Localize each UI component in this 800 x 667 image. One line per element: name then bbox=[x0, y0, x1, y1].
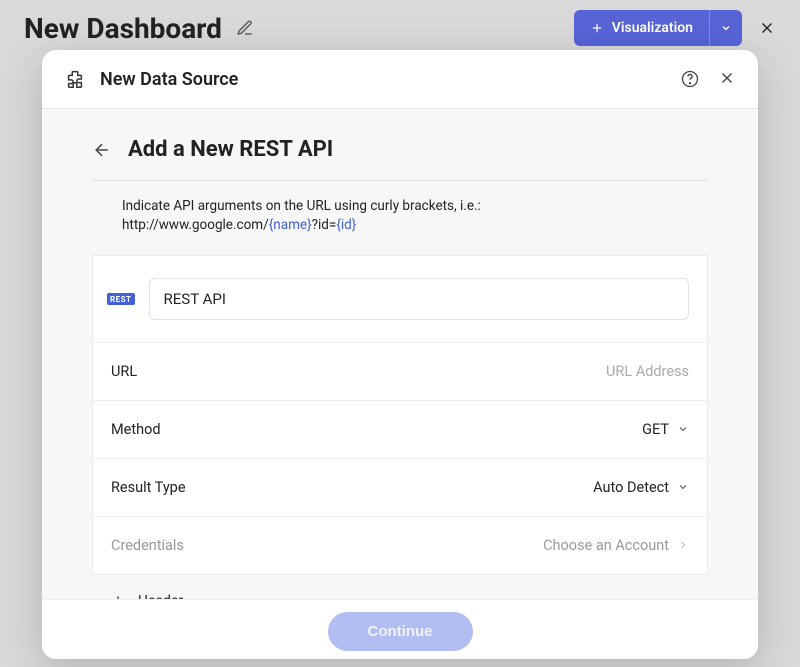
visualization-button[interactable]: Visualization bbox=[574, 10, 709, 46]
method-label: Method bbox=[111, 421, 161, 438]
new-data-source-modal: New Data Source Add a New REST API Indic… bbox=[42, 50, 758, 659]
add-header-button[interactable]: Header bbox=[92, 575, 708, 599]
hint-line1: Indicate API arguments on the URL using … bbox=[122, 197, 708, 216]
chevron-down-icon bbox=[677, 423, 689, 435]
help-icon[interactable] bbox=[680, 69, 700, 89]
modal-header: New Data Source bbox=[42, 50, 758, 109]
modal-body: Add a New REST API Indicate API argument… bbox=[42, 109, 758, 599]
modal-close-icon[interactable] bbox=[718, 69, 736, 89]
header-right: Visualization bbox=[574, 10, 776, 46]
section-header: Add a New REST API bbox=[92, 137, 708, 181]
url-row[interactable]: URL URL Address bbox=[93, 343, 707, 401]
chevron-down-icon bbox=[677, 481, 689, 493]
modal-footer: Continue bbox=[42, 599, 758, 659]
name-row: REST bbox=[93, 256, 707, 343]
visualization-dropdown[interactable] bbox=[709, 10, 742, 46]
credentials-select[interactable]: Choose an Account bbox=[543, 537, 689, 554]
method-select[interactable]: GET bbox=[642, 421, 689, 438]
result-type-label: Result Type bbox=[111, 479, 186, 496]
url-placeholder[interactable]: URL Address bbox=[606, 363, 689, 380]
visualization-button-label: Visualization bbox=[612, 20, 693, 36]
hint-line2: http://www.google.com/{name}?id={id} bbox=[122, 216, 708, 235]
section-title: Add a New REST API bbox=[128, 137, 333, 162]
hint-token-name: {name} bbox=[269, 217, 312, 233]
hint-token-id: {id} bbox=[336, 217, 356, 233]
page-title: New Dashboard bbox=[24, 12, 222, 45]
credentials-row[interactable]: Credentials Choose an Account bbox=[93, 517, 707, 574]
page-header: New Dashboard Visualization bbox=[0, 0, 800, 48]
rest-badge: REST bbox=[107, 293, 135, 305]
form-card: REST URL URL Address Method GET Result T… bbox=[92, 255, 708, 575]
hint-text: Indicate API arguments on the URL using … bbox=[122, 197, 708, 235]
visualization-split-button: Visualization bbox=[574, 10, 742, 46]
url-label: URL bbox=[111, 363, 137, 380]
credentials-label: Credentials bbox=[111, 537, 184, 554]
data-source-name-input[interactable] bbox=[149, 278, 689, 320]
result-type-row[interactable]: Result Type Auto Detect bbox=[93, 459, 707, 517]
chevron-right-icon bbox=[677, 539, 689, 551]
modal-title: New Data Source bbox=[100, 69, 238, 90]
method-row[interactable]: Method GET bbox=[93, 401, 707, 459]
close-icon[interactable] bbox=[758, 19, 776, 37]
back-arrow-icon[interactable] bbox=[92, 140, 112, 160]
puzzle-icon bbox=[64, 68, 86, 90]
result-type-select[interactable]: Auto Detect bbox=[593, 479, 689, 496]
edit-icon[interactable] bbox=[236, 19, 254, 37]
continue-button[interactable]: Continue bbox=[328, 612, 473, 651]
